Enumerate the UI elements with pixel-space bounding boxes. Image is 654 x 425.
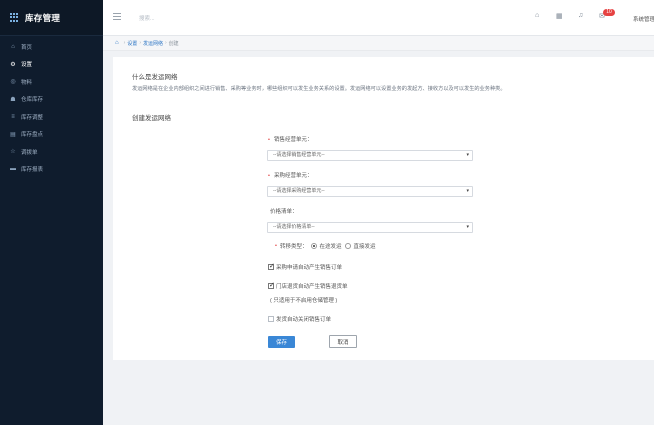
brand[interactable]: 库存管理	[0, 0, 103, 36]
section-title: 创建发运网络	[132, 115, 171, 122]
warehouse-icon: ☗	[10, 96, 16, 103]
sidebar-item-label: 库存盘点	[21, 132, 44, 139]
home-icon[interactable]: ⌂	[115, 40, 119, 46]
breadcrumb-separator: ›	[165, 40, 167, 46]
sidebar-item-label: 首页	[21, 44, 33, 51]
radio-direct-label[interactable]: 直接发运	[353, 242, 375, 250]
home-icon: ⌂	[11, 43, 15, 50]
chevron-down-icon: ▾	[466, 152, 469, 158]
search-input[interactable]: 搜索...	[139, 14, 155, 22]
checkbox[interactable]	[268, 262, 275, 270]
sidebar-item-stock-adjust[interactable]: ≡ 库存调整	[0, 108, 103, 126]
checkbox[interactable]	[268, 316, 274, 322]
box-icon: ◎	[10, 79, 16, 86]
sales-unit-label: • 销售经营单元：	[268, 137, 313, 143]
radio-direct[interactable]	[345, 243, 352, 249]
note-text: ( 只适用于不启用仓储管理 )	[270, 298, 338, 304]
breadcrumb-shipping-network[interactable]: 发运网络	[143, 40, 163, 47]
sidebar-item-label: 库存报表	[21, 167, 44, 174]
bell-icon[interactable]: ♫	[578, 12, 583, 19]
sidebar-item-label: 仓库库存	[21, 97, 44, 104]
sidebar-item-stock-report[interactable]: ▬ 库存报表	[0, 161, 103, 179]
top-header: 搜索... ⌂ ▦ ♫ ✉ 10 系统管理	[103, 0, 654, 36]
sidebar-nav: ⌂ 首页 ⚙ 设置 ◎ 物料 ☗ 仓库库存 ≡ 库存调整 ▤ 库存盘点 ☆ 调拨…	[0, 36, 103, 178]
sidebar-item-materials[interactable]: ◎ 物料	[0, 73, 103, 91]
sidebar-item-transfer[interactable]: ☆ 调拨单	[0, 143, 103, 161]
sidebar-item-label: 调拨单	[21, 149, 38, 156]
clipboard-icon: ▤	[10, 131, 16, 138]
purchase-unit-select[interactable]: --请选择采购经营单元-- ▾	[267, 186, 473, 197]
sidebar-item-stock-count[interactable]: ▤ 库存盘点	[0, 126, 103, 144]
intro-title: 什么是发运网络	[132, 74, 178, 81]
breadcrumb-settings[interactable]: 设置	[127, 40, 137, 47]
sales-unit-select[interactable]: --请选择销售经营单元-- ▾	[267, 150, 473, 161]
auto-close-order-check[interactable]: 发货自动关闭销售订单	[268, 315, 331, 323]
adjust-icon: ≡	[11, 113, 15, 120]
app-title: 库存管理	[25, 12, 61, 23]
transfer-type-row: • 转移类型： 在途发运 直接发运	[275, 242, 375, 250]
radio-in-transit[interactable]	[311, 243, 318, 249]
checkbox[interactable]	[268, 281, 275, 289]
grid-icon[interactable]: ▦	[556, 12, 563, 20]
apps-grid-icon	[10, 13, 19, 22]
save-button[interactable]: 保存	[268, 336, 295, 348]
breadcrumb: ⌂ › 设置 › 发运网络 › 创建	[103, 36, 654, 51]
sidebar-item-warehouse-stock[interactable]: ☗ 仓库库存	[0, 91, 103, 109]
chevron-down-icon: ▾	[466, 188, 469, 194]
report-icon: ▬	[10, 166, 16, 173]
gear-icon: ⚙	[10, 61, 16, 68]
auto-sales-order-check[interactable]: 采购申请自动产生销售订单	[268, 262, 342, 271]
sidebar: 库存管理 ⌂ 首页 ⚙ 设置 ◎ 物料 ☗ 仓库库存 ≡ 库存调整 ▤ 库存盘点…	[0, 0, 103, 425]
sidebar-item-settings[interactable]: ⚙ 设置	[0, 56, 103, 74]
required-mark: •	[275, 243, 277, 249]
breadcrumb-separator: ›	[139, 40, 141, 46]
price-list-select[interactable]: --请选择价格清单-- ▾	[267, 222, 473, 233]
menu-toggle-icon[interactable]	[113, 13, 121, 22]
intro-description: 发运网络是在企业内部组织之间进行销售、采购等业务时，哪些组织可以发生业务关系的设…	[132, 86, 506, 92]
star-icon: ☆	[10, 149, 16, 156]
chevron-down-icon: ▾	[466, 224, 469, 230]
breadcrumb-separator: ›	[123, 40, 126, 46]
sidebar-item-label: 库存调整	[21, 114, 44, 121]
transfer-type-label: 转移类型：	[279, 244, 308, 250]
sidebar-item-label: 设置	[21, 62, 33, 69]
purchase-unit-label: • 采购经营单元：	[268, 173, 313, 179]
sidebar-item-home[interactable]: ⌂ 首页	[0, 38, 103, 56]
user-menu[interactable]: 系统管理	[633, 15, 654, 23]
notification-badge: 10	[603, 9, 615, 16]
breadcrumb-current: 创建	[168, 40, 179, 47]
price-list-label: 价格清单：	[270, 209, 298, 215]
home-icon[interactable]: ⌂	[535, 12, 539, 19]
sidebar-item-label: 物料	[21, 79, 33, 86]
radio-in-transit-label[interactable]: 在途发运	[319, 242, 341, 250]
auto-return-order-check[interactable]: 门店退货自动产生销售退货单	[268, 281, 348, 290]
form-card	[113, 57, 654, 360]
required-mark: •	[268, 173, 270, 179]
cancel-button[interactable]: 取消	[329, 335, 357, 348]
required-mark: •	[268, 137, 270, 143]
